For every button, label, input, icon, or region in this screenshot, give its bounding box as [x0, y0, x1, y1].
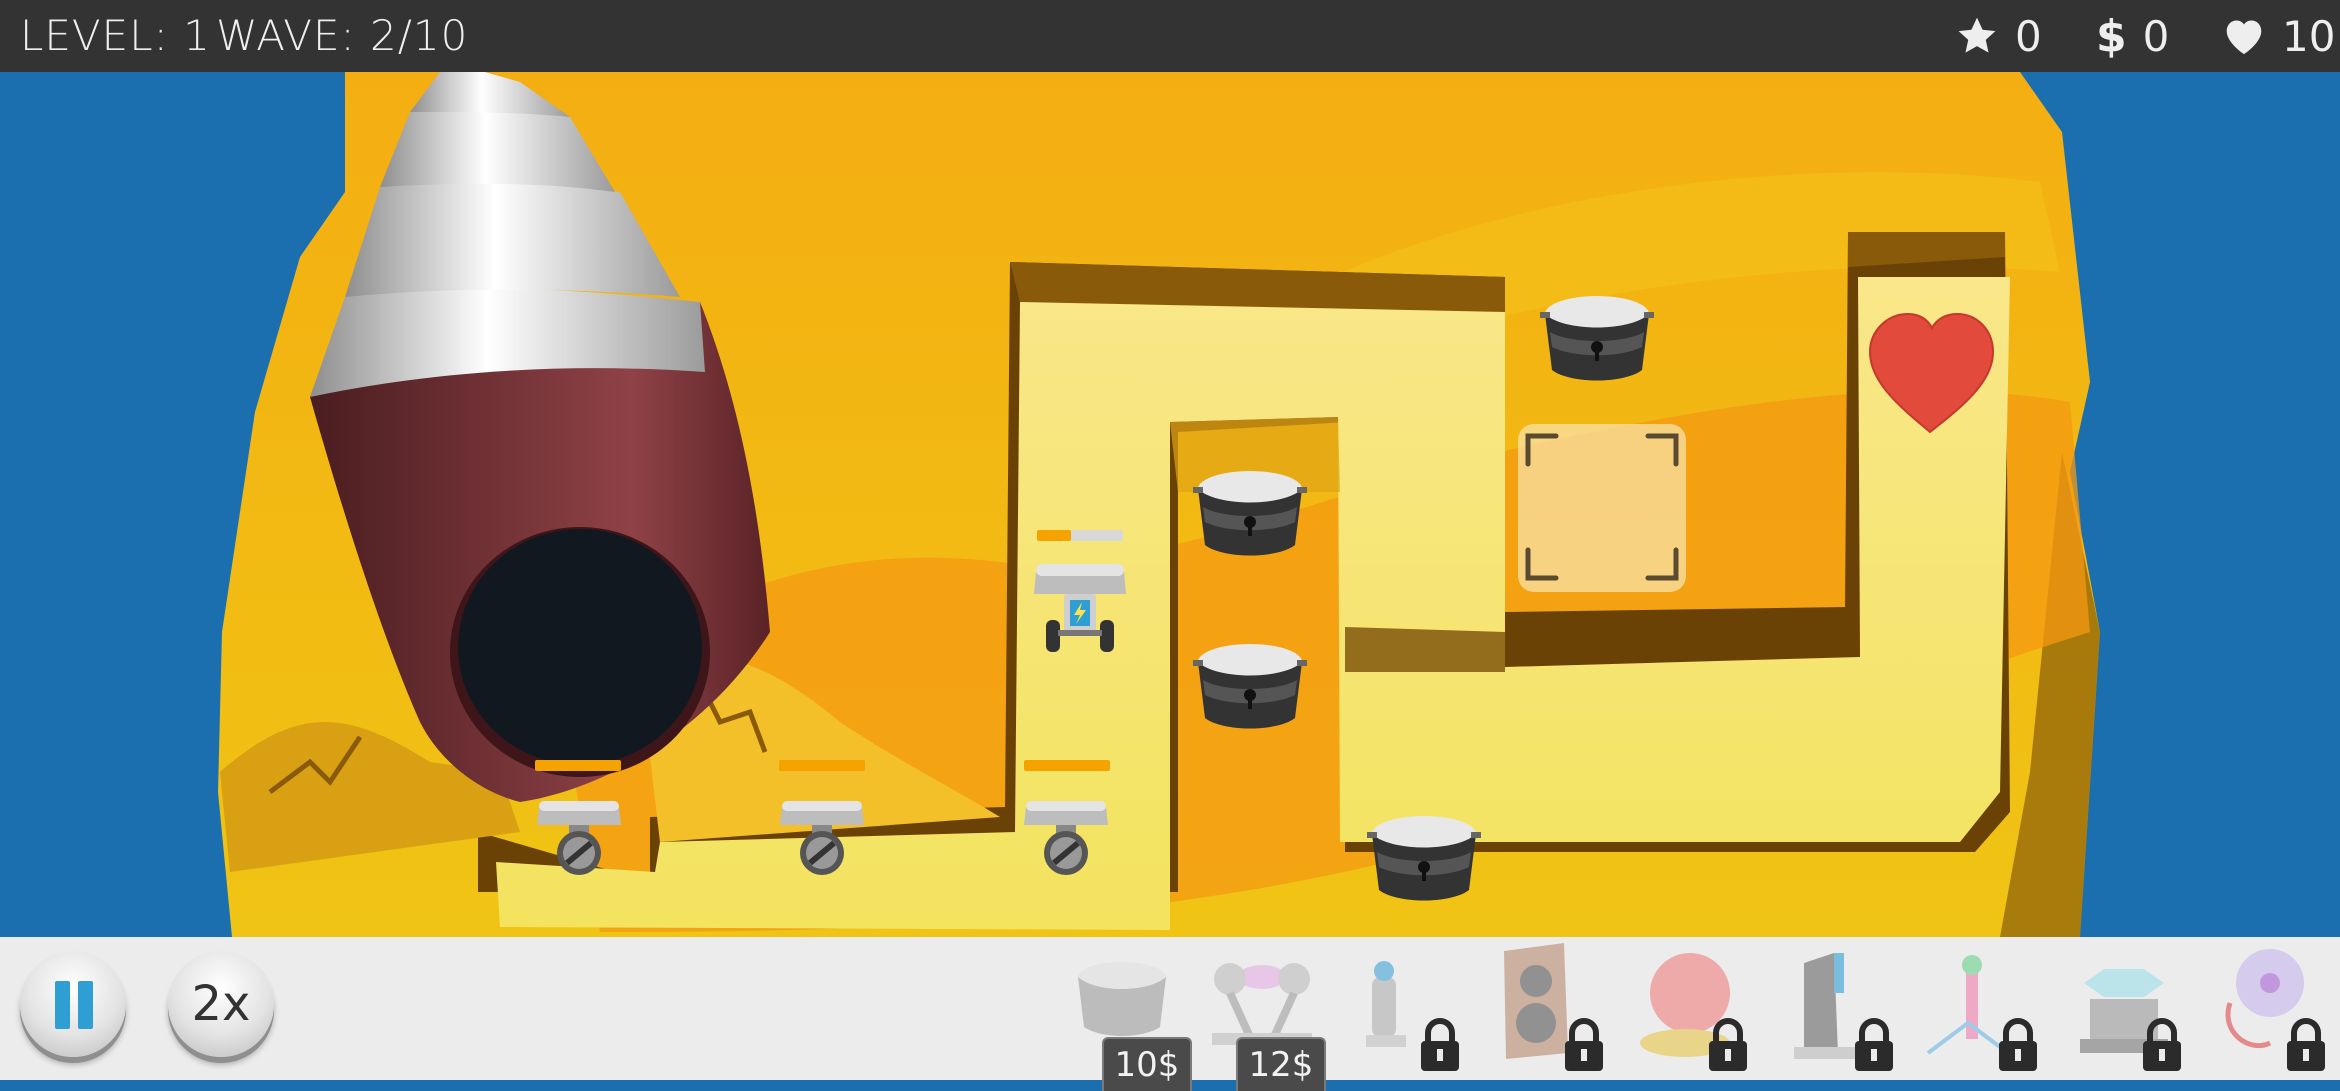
pause-button[interactable] [20, 951, 126, 1057]
enemy-health-fill [1037, 530, 1072, 541]
enemy-wheeled-robot [780, 801, 864, 875]
enemy-battery-robot [1034, 564, 1126, 652]
pause-icon [78, 981, 93, 1029]
top-hud: LEVEL: 1 WAVE: 2/10 0 $ 0 10 [0, 0, 2340, 72]
money-counter: $ 0 [2096, 10, 2169, 62]
tower-basic[interactable] [1540, 292, 1654, 390]
enemy-health-bar [535, 760, 621, 771]
star-icon [1958, 17, 1996, 53]
level-label: LEVEL: 1 [20, 11, 211, 60]
lock-icon [1999, 1018, 2037, 1071]
speed-label: 2x [191, 976, 251, 1032]
build-slot-highlight [1518, 424, 1686, 592]
game-map[interactable] [0, 72, 2340, 937]
lock-icon [1855, 1018, 1893, 1071]
lock-icon [1421, 1018, 1459, 1071]
money-value: 0 [2142, 11, 2170, 61]
lives-value: 10 [2282, 11, 2336, 61]
lives-counter: 10 [2222, 10, 2335, 62]
enemy-wheeled-robot [537, 801, 621, 875]
lock-icon [2287, 1018, 2325, 1071]
tower-basic[interactable] [1367, 812, 1481, 910]
price-tag: 10$ [1102, 1037, 1192, 1091]
enemy-health-bar [779, 760, 865, 771]
lock-icon [1565, 1018, 1603, 1071]
stars-value: 0 [2015, 11, 2042, 61]
pause-icon [55, 981, 70, 1029]
enemy-health-bar-bg [1037, 530, 1123, 541]
wave-label: WAVE: 2/10 [216, 11, 469, 60]
enemy-health-bar [1024, 760, 1110, 771]
lock-icon [2143, 1018, 2181, 1071]
enemy-wheeled-robot [1024, 801, 1108, 875]
lock-icon [1709, 1018, 1747, 1071]
shop-item-tesla-turret[interactable]: 12$ [1200, 947, 1330, 1091]
bottom-toolbar: 2x 10$ 12$ [0, 937, 2340, 1091]
dollar-icon: $ [2096, 10, 2127, 62]
heart-icon [2226, 20, 2262, 55]
stars-counter: 0 [1955, 10, 2042, 62]
speed-button[interactable]: 2x [168, 951, 274, 1057]
basic-turret-icon [1078, 962, 1166, 1036]
map-terrain [218, 72, 2100, 937]
shop-item-basic-turret[interactable]: 10$ [1066, 947, 1196, 1091]
tesla-turret-icon [1212, 963, 1312, 1045]
tower-basic[interactable] [1193, 467, 1307, 565]
tower-basic[interactable] [1193, 640, 1307, 738]
price-tag: 12$ [1236, 1037, 1326, 1091]
